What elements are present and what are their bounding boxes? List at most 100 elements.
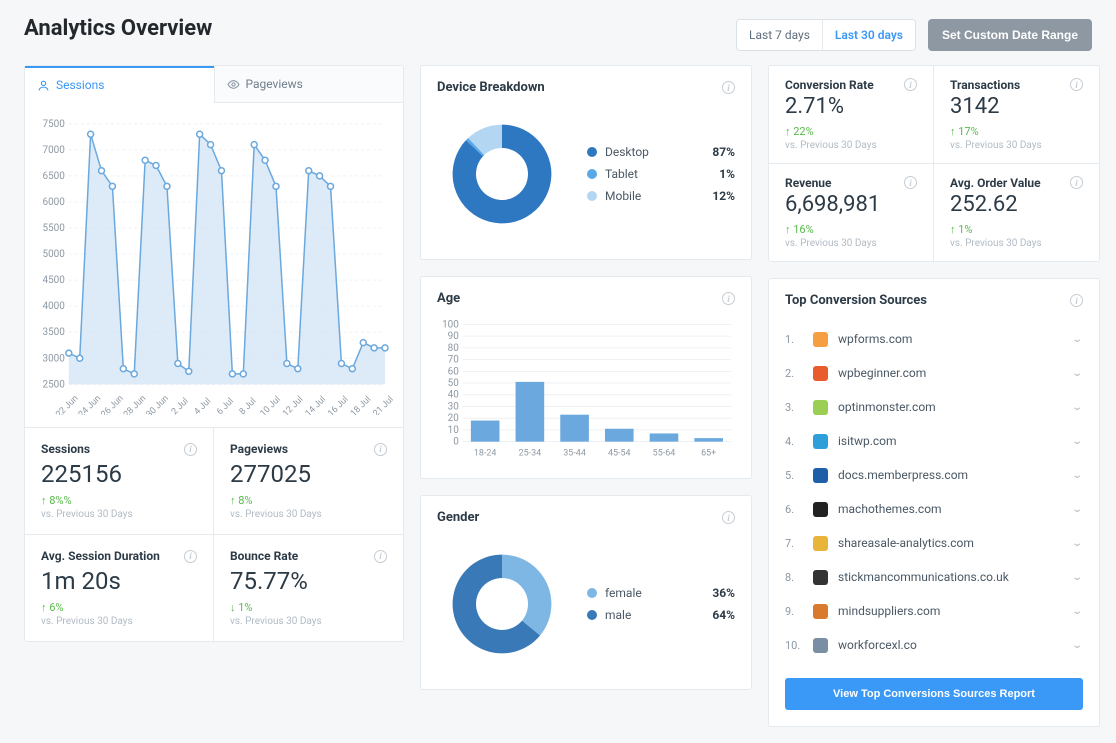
source-rank: 1. xyxy=(785,333,803,346)
conversion-source-row[interactable]: 5. docs.memberpress.com ⌄ xyxy=(785,458,1083,492)
stat-duration-change: ↑ 6% xyxy=(41,601,197,614)
legend-value: 87% xyxy=(712,145,735,159)
source-rank: 3. xyxy=(785,401,803,414)
svg-text:12 Jul: 12 Jul xyxy=(281,395,305,415)
info-icon[interactable]: i xyxy=(722,511,735,524)
conversion-source-row[interactable]: 7. shareasale-analytics.com ⌄ xyxy=(785,526,1083,560)
chevron-down-icon: ⌄ xyxy=(1071,367,1083,378)
svg-text:10 Jul: 10 Jul xyxy=(259,395,283,415)
conversion-source-row[interactable]: 1. wpforms.com ⌄ xyxy=(785,322,1083,356)
info-icon[interactable]: i xyxy=(722,292,735,305)
tab-sessions[interactable]: Sessions xyxy=(25,66,214,103)
source-name: workforcexl.co xyxy=(838,638,917,652)
favicon-icon xyxy=(813,502,828,517)
chevron-down-icon: ⌄ xyxy=(1071,435,1083,446)
legend-label: female xyxy=(605,586,642,600)
conversion-source-row[interactable]: 3. optinmonster.com ⌄ xyxy=(785,390,1083,424)
info-icon[interactable]: i xyxy=(904,78,917,91)
chevron-down-icon: ⌄ xyxy=(1071,333,1083,344)
svg-text:6500: 6500 xyxy=(42,171,65,182)
legend-label: Tablet xyxy=(605,167,638,181)
info-icon[interactable]: i xyxy=(1070,294,1083,307)
info-icon[interactable]: i xyxy=(1070,78,1083,91)
conversion-source-row[interactable]: 2. wpbeginner.com ⌄ xyxy=(785,356,1083,390)
kpi-label: Transactions xyxy=(950,78,1020,92)
stat-sessions-label: Sessions xyxy=(41,442,90,456)
conversion-source-row[interactable]: 6. machothemes.com ⌄ xyxy=(785,492,1083,526)
kpi-label: Avg. Order Value xyxy=(950,176,1041,190)
stat-bounce-change: ↓ 1% xyxy=(230,601,387,614)
kpi-label: Conversion Rate xyxy=(785,78,874,92)
device-title: Device Breakdown xyxy=(437,80,545,95)
source-name: isitwp.com xyxy=(838,434,897,448)
prev-label: vs. Previous 30 Days xyxy=(41,509,197,520)
info-icon[interactable]: i xyxy=(184,550,197,563)
conversion-source-row[interactable]: 10. workforcexl.co ⌄ xyxy=(785,628,1083,662)
svg-text:18 Jul: 18 Jul xyxy=(349,395,373,415)
tab-pageviews[interactable]: Pageviews xyxy=(214,66,404,103)
sessions-line-chart: 2500300035004000450050005500600065007000… xyxy=(25,103,403,427)
gender-legend: female 36% male 64% xyxy=(587,582,735,626)
favicon-icon xyxy=(813,604,828,619)
prev-label: vs. Previous 30 Days xyxy=(950,238,1083,249)
conversion-source-row[interactable]: 9. mindsuppliers.com ⌄ xyxy=(785,594,1083,628)
conversion-source-row[interactable]: 8. stickmancommunications.co.uk ⌄ xyxy=(785,560,1083,594)
user-icon xyxy=(37,79,50,92)
svg-text:4 Jul: 4 Jul xyxy=(193,396,214,415)
svg-text:3000: 3000 xyxy=(42,353,65,364)
info-icon[interactable]: i xyxy=(722,81,735,94)
chevron-down-icon: ⌄ xyxy=(1071,605,1083,616)
kpi-conversion-rate: Conversion Ratei 2.71% ↑ 22% vs. Previou… xyxy=(769,66,934,164)
kpi-card: Conversion Ratei 2.71% ↑ 22% vs. Previou… xyxy=(768,65,1100,262)
svg-text:90: 90 xyxy=(448,331,460,342)
source-name: docs.memberpress.com xyxy=(838,468,968,482)
source-rank: 8. xyxy=(785,571,803,584)
source-rank: 5. xyxy=(785,469,803,482)
svg-text:65+: 65+ xyxy=(701,449,716,459)
view-top-conversions-report-button[interactable]: View Top Conversions Sources Report xyxy=(785,678,1083,710)
favicon-icon xyxy=(813,400,828,415)
svg-text:10: 10 xyxy=(448,425,460,436)
info-icon[interactable]: i xyxy=(1070,176,1083,189)
legend-swatch xyxy=(587,191,597,201)
age-title: Age xyxy=(437,291,460,306)
age-card: Agei 010203040506070809010018-2425-3435-… xyxy=(420,276,752,479)
legend-value: 12% xyxy=(712,189,735,203)
info-icon[interactable]: i xyxy=(904,176,917,189)
svg-text:4000: 4000 xyxy=(42,301,65,312)
page-title: Analytics Overview xyxy=(24,16,212,41)
prev-label: vs. Previous 30 Days xyxy=(230,509,387,520)
svg-text:0: 0 xyxy=(453,437,459,448)
gender-donut-chart xyxy=(437,539,567,669)
stat-pageviews-label: Pageviews xyxy=(230,442,288,456)
favicon-icon xyxy=(813,536,828,551)
conversion-source-row[interactable]: 4. isitwp.com ⌄ xyxy=(785,424,1083,458)
stat-sessions-change: ↑ 8%% xyxy=(41,494,197,507)
prev-label: vs. Previous 30 Days xyxy=(41,616,197,627)
svg-text:30 Jun: 30 Jun xyxy=(145,394,171,415)
prev-label: vs. Previous 30 Days xyxy=(785,140,917,151)
set-custom-date-range-button[interactable]: Set Custom Date Range xyxy=(928,19,1092,51)
legend-label: Mobile xyxy=(605,189,641,203)
svg-text:80: 80 xyxy=(448,343,460,354)
prev-label: vs. Previous 30 Days xyxy=(230,616,387,627)
favicon-icon xyxy=(813,570,828,585)
tab-last-30-days[interactable]: Last 30 days xyxy=(823,20,915,50)
source-name: stickmancommunications.co.uk xyxy=(838,570,1009,584)
top-conversion-sources-card: Top Conversion Sourcesi 1. wpforms.com ⌄… xyxy=(768,278,1100,727)
svg-text:14 Jul: 14 Jul xyxy=(304,395,328,415)
source-name: mindsuppliers.com xyxy=(838,604,940,618)
gender-card: Genderi female 36% male 64% xyxy=(420,495,752,690)
chevron-down-icon: ⌄ xyxy=(1071,571,1083,582)
info-icon[interactable]: i xyxy=(374,443,387,456)
info-icon[interactable]: i xyxy=(374,550,387,563)
source-rank: 10. xyxy=(785,639,803,652)
legend-item: Desktop 87% xyxy=(587,141,735,163)
tab-last-7-days[interactable]: Last 7 days xyxy=(737,20,823,50)
svg-text:3500: 3500 xyxy=(42,327,65,338)
stat-bounce-value: 75.77% xyxy=(230,567,387,595)
info-icon[interactable]: i xyxy=(184,443,197,456)
stat-duration-value: 1m 20s xyxy=(41,567,197,595)
source-rank: 4. xyxy=(785,435,803,448)
stat-duration-label: Avg. Session Duration xyxy=(41,549,160,563)
